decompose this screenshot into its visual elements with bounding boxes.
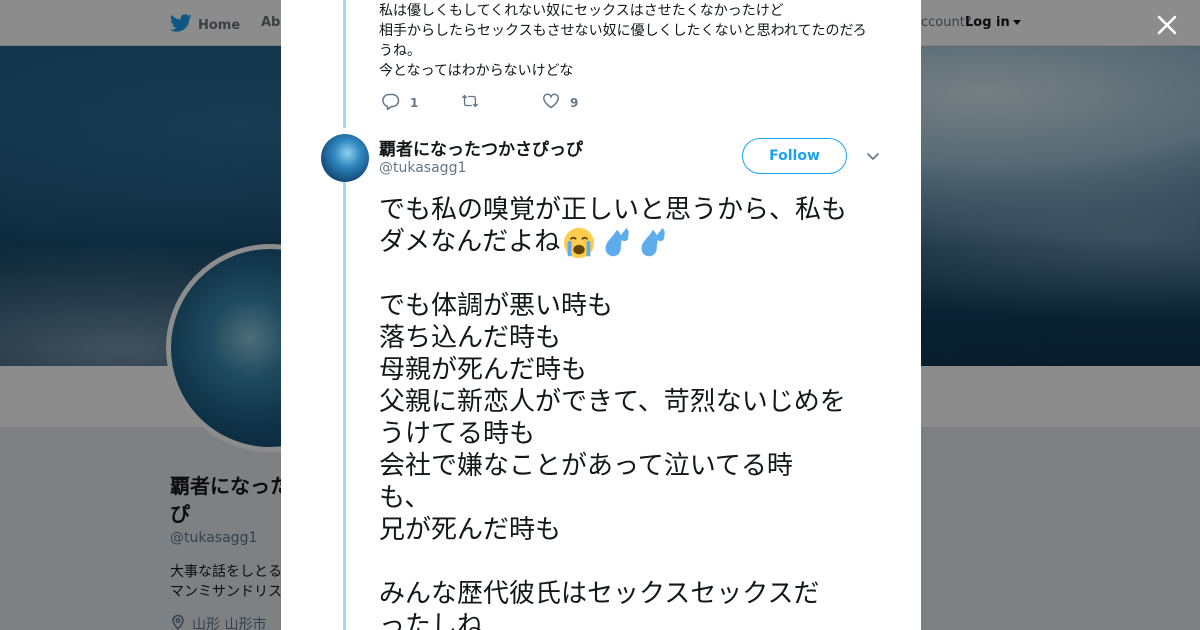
- tweet-text-line: も、: [379, 483, 431, 513]
- previous-tweet-line: 今となってはわからないけどな: [379, 63, 574, 79]
- tweet-text-line: みんな歴代彼氏はセックスセックスだ: [379, 579, 820, 609]
- reply-count: 1: [410, 95, 419, 110]
- tweet-text-line: うけてる時も: [379, 419, 536, 449]
- chevron-down-icon: [865, 149, 881, 168]
- tweet-text-line: ダメなんだよね: [379, 227, 561, 257]
- tweet-text-line: 父親に新恋人ができて、苛烈ないじめを: [379, 387, 846, 417]
- tweet-text-line: 母親が死んだ時も: [379, 355, 588, 385]
- reply-icon: [382, 92, 400, 113]
- close-button[interactable]: [1153, 11, 1181, 39]
- tweet-text-line: 兄が死んだ時も: [379, 515, 562, 545]
- reply-button[interactable]: 1: [382, 92, 461, 113]
- tweet-author-name[interactable]: 覇者になったつかさぴっぴ: [379, 135, 583, 160]
- tweet-text-line: ったしね: [379, 611, 484, 630]
- tweet-text-blank-line: [379, 258, 889, 290]
- tweet-text-line: 会社で嫌なことがあって泣いてる時: [379, 451, 793, 481]
- previous-tweet-line: 相手からしたらセックスもさせない奴に優しくしたくないと思われてたのだろ: [379, 23, 867, 39]
- heart-icon: [542, 92, 560, 113]
- sweat-droplets-emoji: [634, 226, 668, 258]
- like-button[interactable]: 9: [542, 92, 578, 113]
- close-icon: [1153, 15, 1181, 43]
- loudly-crying-face-emoji: [562, 226, 596, 259]
- tweet-more-menu-button[interactable]: [865, 148, 881, 164]
- tweet-text-blank-line: [379, 546, 889, 578]
- tweet-text-line: 落ち込んだ時も: [379, 323, 562, 353]
- tweet-author-handle[interactable]: @tukasagg1: [379, 160, 466, 176]
- follow-button[interactable]: Follow: [742, 138, 847, 174]
- sweat-droplets-emoji: [598, 226, 632, 258]
- previous-tweet-text: 私は優しくもしてくれない奴にセックスはさせたくなかったけど 相手からしたらセック…: [379, 1, 879, 81]
- tweet-action-bar: 1 9: [382, 92, 578, 113]
- retweet-icon: [461, 92, 479, 113]
- tweet-author-avatar[interactable]: [321, 134, 369, 182]
- previous-tweet-line: 私は優しくもしてくれない奴にセックスはさせたくなかったけど: [379, 3, 784, 19]
- tweet-text-line: でも体調が悪い時も: [379, 291, 614, 321]
- thread-connector-line: [343, 0, 346, 128]
- like-count: 9: [570, 95, 579, 110]
- thread-connector-line: [343, 182, 346, 630]
- tweet-text: でも私の嗅覚が正しいと思うから、私も ダメなんだよね でも体調が悪い時も 落ち込…: [379, 194, 889, 630]
- tweet-permalink-modal: 私は優しくもしてくれない奴にセックスはさせたくなかったけど 相手からしたらセック…: [281, 0, 921, 630]
- retweet-button[interactable]: [461, 92, 542, 113]
- tweet-text-line: でも私の嗅覚が正しいと思うから、私も: [379, 195, 848, 225]
- tweet-text-line-with-emoji: ダメなんだよね: [379, 226, 889, 259]
- previous-tweet-line: うね。: [379, 43, 421, 59]
